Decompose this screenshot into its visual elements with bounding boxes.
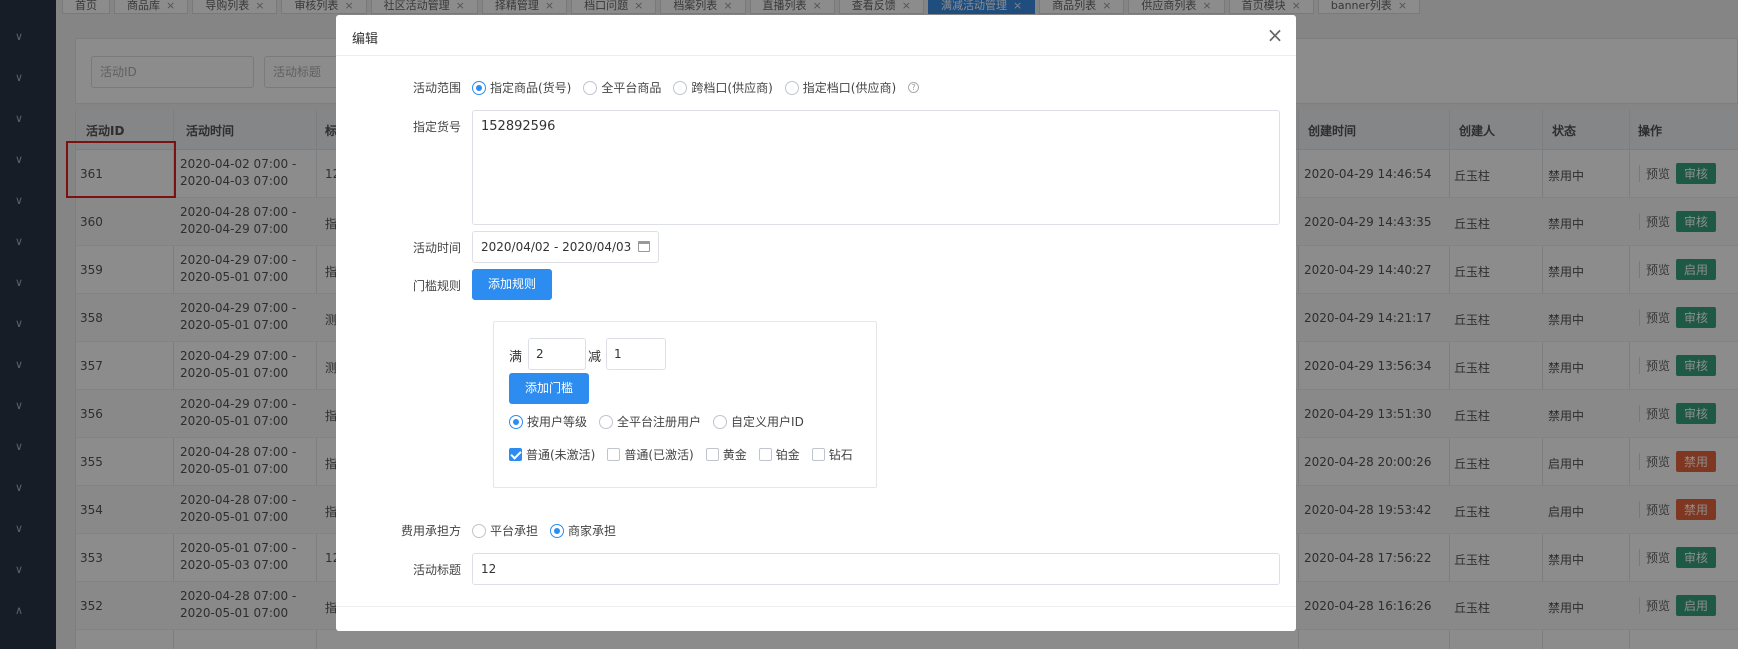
user-level-checkbox-group: 普通(未激活) 普通(已激活) 黄金 铂金 钻石 — [509, 446, 859, 463]
radio-button[interactable] — [509, 414, 523, 429]
user-level-option[interactable]: 钻石 — [811, 446, 853, 463]
scope-option[interactable]: 跨档口(供应商) — [673, 79, 773, 96]
calendar-icon[interactable] — [638, 241, 650, 252]
sku-textarea[interactable]: 152892596 — [472, 110, 1280, 225]
scope-option-label: 跨档口(供应商) — [691, 81, 773, 95]
cost-label: 费用承担方 — [400, 524, 461, 538]
user-scope-option-label: 全平台注册用户 — [617, 415, 702, 429]
user-level-option[interactable]: 普通(未激活) — [509, 446, 595, 463]
add-threshold-button[interactable]: 添加门槛 — [509, 373, 589, 404]
checkbox[interactable] — [758, 448, 772, 461]
activity-title-label: 活动标题 — [412, 563, 461, 577]
date-range-input[interactable]: 2020/04/02 - 2020/04/03 — [472, 231, 659, 263]
scope-option-label: 指定档口(供应商) — [802, 81, 897, 95]
user-level-label: 普通(已激活) — [624, 448, 694, 462]
scope-label: 活动范围 — [412, 81, 461, 95]
add-rule-button[interactable]: 添加规则 — [472, 269, 552, 300]
checkbox[interactable] — [607, 448, 621, 461]
modal-header: 编辑 × — [336, 15, 1296, 56]
scope-option-label: 全平台商品 — [601, 81, 662, 95]
radio-button[interactable] — [550, 523, 565, 538]
modal-title: 编辑 — [352, 32, 379, 47]
radio-button[interactable] — [472, 523, 486, 538]
radio-button[interactable] — [784, 80, 799, 95]
close-icon[interactable]: × — [1266, 25, 1284, 45]
sku-label: 指定货号 — [412, 120, 461, 134]
cost-radio-group: 平台承担 商家承担 — [472, 522, 622, 539]
user-level-label: 黄金 — [722, 448, 747, 462]
user-level-option[interactable]: 普通(已激活) — [607, 446, 694, 463]
scope-radio-group: 指定商品(货号) 全平台商品 跨档口(供应商) 指定档口(供应商)? — [472, 79, 920, 96]
cost-option[interactable]: 商家承担 — [550, 522, 616, 539]
full-label: 满 — [509, 350, 523, 365]
user-scope-option-label: 自定义用户ID — [731, 415, 804, 429]
user-scope-option[interactable]: 自定义用户ID — [713, 413, 804, 430]
date-range-value: 2020/04/02 - 2020/04/03 — [481, 240, 632, 254]
threshold-rule-box: 满 2 减 1 添加门槛 按用户等级 全平台注册用户 自定义用户ID 普通(未激活)… — [493, 321, 877, 488]
user-level-label: 钻石 — [828, 448, 853, 462]
scope-option[interactable]: 指定档口(供应商) — [784, 79, 897, 96]
threshold-label: 门槛规则 — [412, 279, 461, 293]
checkbox[interactable] — [811, 448, 825, 461]
user-scope-option[interactable]: 按用户等级 — [509, 413, 587, 430]
radio-button[interactable] — [472, 80, 486, 95]
cost-option-label: 平台承担 — [490, 524, 539, 538]
checkbox[interactable] — [509, 448, 522, 461]
user-level-label: 铂金 — [775, 448, 800, 462]
radio-button[interactable] — [673, 80, 688, 95]
radio-button[interactable] — [713, 414, 728, 429]
activity-title-input-modal[interactable]: 12 — [472, 553, 1280, 585]
minus-amount-input[interactable]: 1 — [606, 338, 666, 370]
radio-button[interactable] — [583, 80, 598, 95]
modal-footer-divider — [336, 606, 1296, 607]
user-scope-option[interactable]: 全平台注册用户 — [599, 413, 701, 430]
user-level-option[interactable]: 黄金 — [705, 446, 747, 463]
user-scope-option-label: 按用户等级 — [527, 415, 588, 429]
user-scope-radio-group: 按用户等级 全平台注册用户 自定义用户ID — [509, 413, 810, 430]
cost-option-label: 商家承担 — [568, 524, 617, 538]
edit-modal: 编辑 × 活动范围 指定商品(货号) 全平台商品 跨档口(供应商) 指定档口(供应商)… — [336, 15, 1296, 631]
scope-option-label: 指定商品(货号) — [490, 81, 572, 95]
radio-button[interactable] — [599, 414, 614, 429]
time-label: 活动时间 — [412, 241, 461, 255]
checkbox[interactable] — [705, 448, 719, 461]
help-icon[interactable]: ? — [908, 82, 920, 93]
scope-option[interactable]: 全平台商品 — [583, 79, 661, 96]
user-level-label: 普通(未激活) — [526, 448, 596, 462]
scope-option[interactable]: 指定商品(货号) — [472, 79, 571, 96]
minus-label: 减 — [588, 350, 602, 365]
full-amount-input[interactable]: 2 — [528, 338, 586, 370]
cost-option[interactable]: 平台承担 — [472, 522, 538, 539]
user-level-option[interactable]: 铂金 — [758, 446, 800, 463]
